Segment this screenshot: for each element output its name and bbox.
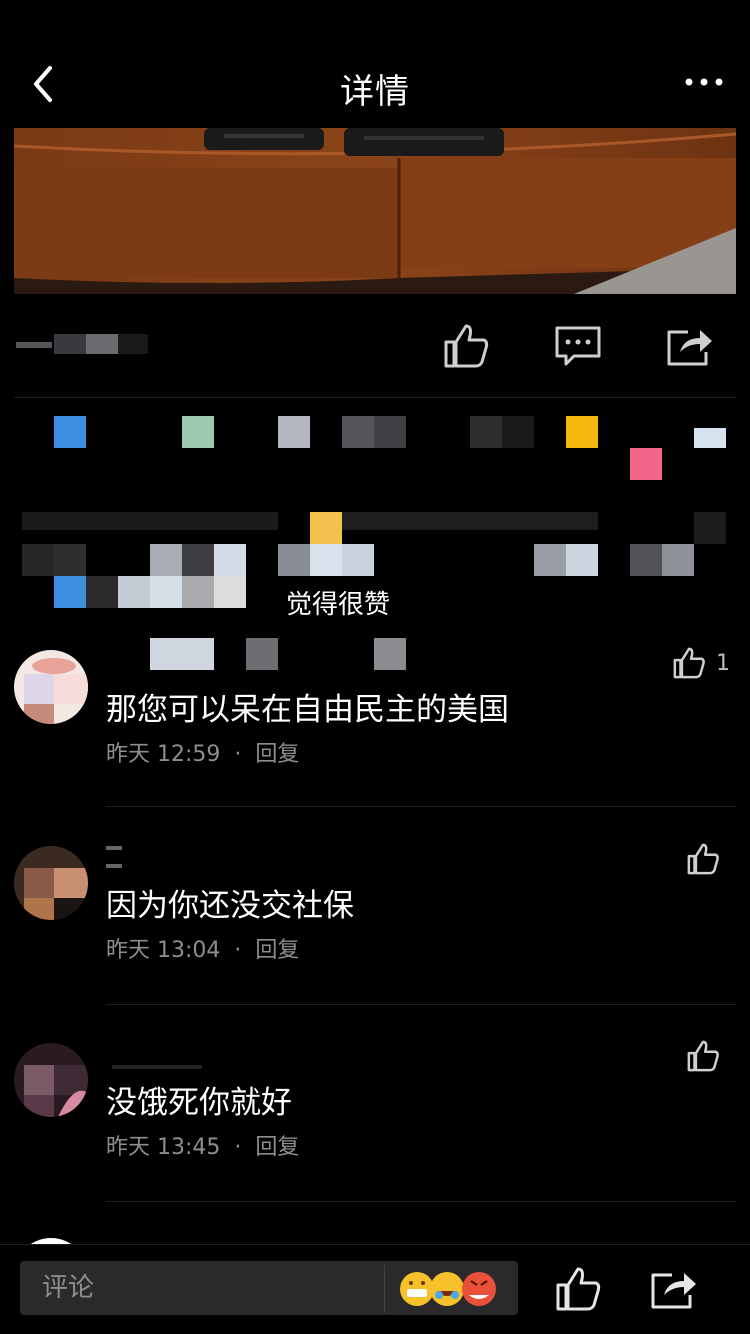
photo-image [14, 128, 736, 294]
liker-avatar-pixel [150, 544, 182, 576]
liker-avatar-pixel [86, 576, 118, 608]
comment-time: 昨天 13:45 [106, 1135, 221, 1160]
liker-avatar-pixel [214, 544, 246, 576]
comment-text: 因为你还没交社保 [106, 888, 354, 924]
post-photo[interactable] [14, 128, 736, 294]
liker-avatar-pixel [310, 512, 342, 544]
comment-item-partial[interactable] [0, 1226, 750, 1244]
comment-item[interactable]: 没饿死你就好 昨天 13:45 · 回复 [0, 1017, 750, 1203]
liker-avatar-pixel [182, 544, 214, 576]
share-icon [651, 1273, 696, 1309]
liker-avatar-pixel [54, 544, 86, 576]
liker-avatar-pixel [694, 428, 726, 448]
thumbs-up-icon [556, 1267, 601, 1311]
more-dots-icon [685, 78, 723, 86]
more-button[interactable] [684, 74, 724, 90]
liker-avatar-pixel [566, 544, 598, 576]
comment-time: 昨天 12:59 [106, 742, 221, 767]
meta-separator: · [234, 938, 242, 963]
likers-section[interactable]: 觉得很赞 [0, 398, 750, 624]
liker-avatar-pixel [630, 448, 662, 480]
divider [106, 1004, 736, 1005]
author-name-blurred [16, 334, 148, 354]
liker-name-pixel [342, 512, 598, 530]
liker-avatar-pixel [342, 544, 374, 576]
bottom-comment-bar [0, 1244, 750, 1334]
commenter-name-blurred[interactable] [106, 638, 466, 670]
liker-name-pixel [22, 512, 278, 530]
share-button[interactable] [650, 1265, 698, 1313]
like-button[interactable] [442, 322, 490, 370]
liker-avatar-pixel [630, 544, 662, 576]
comment-meta: 昨天 12:59 · 回复 [106, 736, 299, 768]
reply-button[interactable]: 回复 [255, 938, 299, 963]
liker-avatar-pixel [150, 576, 182, 608]
reply-button[interactable]: 回复 [255, 742, 299, 767]
reply-button[interactable]: 回复 [255, 1135, 299, 1160]
commenter-name-blurred[interactable] [106, 842, 466, 874]
commenter-avatar[interactable] [14, 1043, 88, 1117]
comment-like-button[interactable]: 1 [672, 646, 730, 680]
comment-text: 那您可以呆在自由民主的美国 [106, 692, 509, 728]
commenter-avatar[interactable] [14, 846, 88, 920]
comment-text: 没饿死你就好 [106, 1085, 292, 1121]
liker-avatar-pixel [214, 576, 246, 608]
thumbs-up-icon [687, 843, 719, 875]
comment-like-button[interactable] [686, 842, 730, 876]
comment-button[interactable] [554, 322, 602, 370]
liker-avatar-pixel [342, 416, 374, 448]
share-icon [667, 330, 712, 366]
liker-avatar-pixel [278, 544, 310, 576]
liker-avatar-pixel [374, 416, 406, 448]
post-action-row [0, 304, 750, 396]
comment-like-count: 1 [716, 650, 730, 676]
liker-avatar-pixel [54, 576, 86, 608]
emoji-picker-button[interactable] [384, 1265, 512, 1313]
comment-time: 昨天 13:04 [106, 938, 221, 963]
liker-avatar-pixel [534, 544, 566, 576]
likers-suffix-text: 觉得很赞 [286, 590, 391, 620]
comment-bubble-icon [555, 326, 601, 366]
meta-separator: · [234, 742, 242, 767]
liker-avatar-pixel [22, 544, 54, 576]
liker-avatar-pixel [54, 416, 86, 448]
comment-meta: 昨天 13:45 · 回复 [106, 1129, 299, 1161]
comment-like-button[interactable] [686, 1039, 730, 1073]
divider [106, 806, 736, 807]
liker-avatar-pixel [118, 576, 150, 608]
emoji-picker-icon [399, 1272, 496, 1306]
liker-avatar-pixel [470, 416, 502, 448]
liker-avatar-pixel [502, 416, 534, 448]
thumbs-up-icon [673, 647, 705, 679]
share-button[interactable] [666, 322, 714, 370]
page-title: 详情 [340, 72, 410, 112]
thumbs-up-icon [687, 1040, 719, 1072]
commenter-avatar[interactable] [14, 650, 88, 724]
liker-avatar-pixel [278, 416, 310, 448]
liker-avatar-pixel [182, 576, 214, 608]
liker-avatar-pixel [694, 512, 726, 544]
thumbs-up-icon [444, 324, 489, 368]
liker-avatar-pixel [566, 416, 598, 448]
like-button[interactable] [554, 1265, 602, 1313]
comment-meta: 昨天 13:04 · 回复 [106, 932, 299, 964]
comment-item[interactable]: 因为你还没交社保 昨天 13:04 · 回复 [0, 820, 750, 1006]
comment-item[interactable]: 那您可以呆在自由民主的美国 昨天 12:59 · 回复 1 [0, 624, 750, 808]
meta-separator: · [234, 1135, 242, 1160]
liker-avatar-pixel [662, 544, 694, 576]
commenter-name-blurred[interactable] [106, 1039, 466, 1071]
liker-avatar-pixel [310, 544, 342, 576]
nav-bar: 详情 [0, 40, 750, 128]
liker-avatar-pixel [182, 416, 214, 448]
divider [106, 1201, 736, 1202]
